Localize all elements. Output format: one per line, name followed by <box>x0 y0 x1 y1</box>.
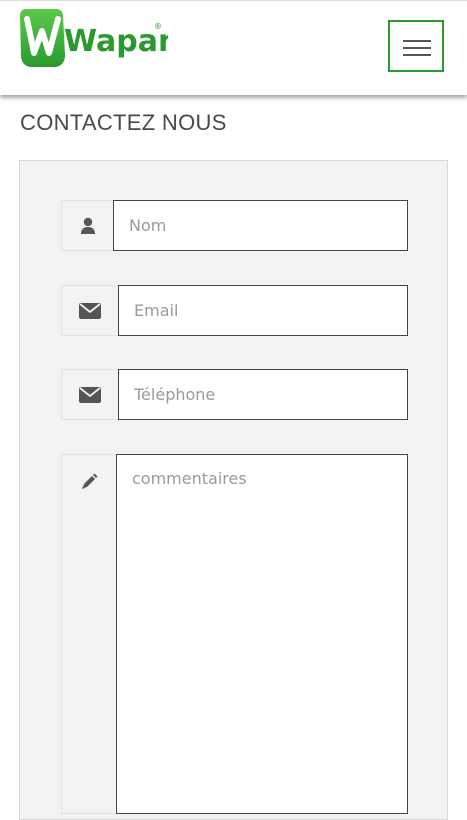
menu-toggle-button[interactable] <box>388 20 444 72</box>
registered-mark: ® <box>154 22 162 31</box>
hamburger-icon-line <box>403 54 431 56</box>
email-addon <box>61 285 119 336</box>
name-addon <box>61 200 115 251</box>
user-icon <box>81 217 95 234</box>
hamburger-icon-line <box>403 47 431 49</box>
hamburger-icon-line <box>403 40 431 42</box>
comments-addon <box>61 454 117 814</box>
phone-addon <box>61 369 119 420</box>
email-field[interactable] <box>118 285 408 336</box>
contact-form <box>19 160 448 820</box>
page-title: CONTACTEZ NOUS <box>20 110 227 135</box>
site-header: Wapano ® <box>0 0 467 95</box>
pencil-icon <box>82 473 98 489</box>
comments-field[interactable] <box>116 454 408 814</box>
phone-field[interactable] <box>118 369 408 420</box>
wapano-logo[interactable]: Wapano ® <box>18 7 168 71</box>
logo-wordmark: Wapano <box>64 24 168 59</box>
name-field[interactable] <box>113 200 408 251</box>
envelope-icon <box>79 386 101 403</box>
envelope-icon <box>79 302 101 319</box>
